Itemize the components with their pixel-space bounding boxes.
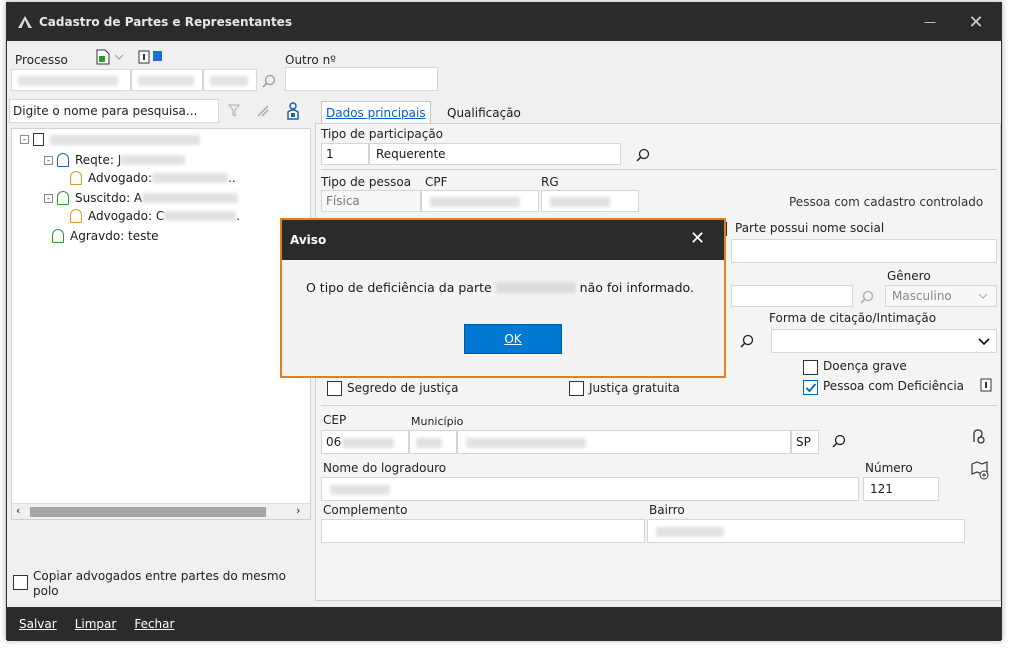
nome-social-input[interactable] [731, 239, 997, 263]
numero-input[interactable]: 121 [863, 477, 939, 501]
cpf-label: CPF [425, 175, 448, 189]
search-icon[interactable] [739, 333, 755, 349]
bottom-toolbar: Salvar Limpar Fechar [7, 607, 1001, 641]
dialog-message: O tipo de deficiência da parte não foi i… [306, 280, 694, 295]
segredo-label: Segredo de justiça [347, 381, 459, 395]
rg-input[interactable] [541, 190, 639, 212]
close-icon[interactable]: ✕ [690, 228, 705, 249]
title-bar: Cadastro de Partes e Representantes — ✕ [7, 3, 1001, 41]
cadastro-controlado-text: Pessoa com cadastro controlado [789, 195, 984, 209]
field-blank[interactable] [731, 285, 853, 307]
cpf-input[interactable] [421, 190, 539, 212]
processo-field-2[interactable] [131, 69, 203, 91]
tree-item[interactable]: Agravdo: teste [52, 229, 158, 243]
copy-advogados-label-2: polo [33, 584, 59, 598]
justica-gratuita-checkbox[interactable] [569, 381, 584, 399]
cep-label: CEP [323, 413, 347, 427]
search-icon[interactable] [261, 73, 277, 89]
tab-qualificacao[interactable]: Qualificação [443, 102, 525, 124]
uf-input[interactable]: SP [791, 430, 819, 454]
search-icon[interactable] [635, 147, 651, 163]
search-icon[interactable] [859, 289, 875, 305]
dialog-title: Aviso [290, 233, 327, 247]
tipo-participacao-label: Tipo de participação [321, 127, 444, 141]
forma-citacao-label: Forma de citação/Intimação [769, 311, 937, 325]
municipio-code-input[interactable] [409, 430, 457, 454]
status-indicator [153, 51, 162, 61]
pcd-checkbox[interactable] [803, 380, 818, 398]
complemento-input[interactable] [321, 519, 645, 543]
tree-item[interactable]: Advogado: C . [70, 209, 240, 223]
document-icon [33, 133, 44, 146]
location-icon[interactable] [969, 427, 989, 447]
app-logo-icon [15, 12, 35, 32]
tipo-pessoa-select[interactable]: Física [321, 190, 421, 212]
bairro-input[interactable] [647, 519, 965, 543]
close-window-button[interactable]: ✕ [953, 3, 999, 41]
numero-label: Número [865, 461, 913, 475]
municipio-label: Município [411, 415, 464, 428]
processo-field-1[interactable] [11, 69, 131, 91]
clear-icon[interactable] [255, 103, 271, 119]
doenca-grave-checkbox[interactable] [803, 360, 818, 378]
dialog-title-bar: Aviso ✕ [282, 220, 724, 260]
ok-button[interactable]: OK [464, 324, 562, 354]
logradouro-input[interactable] [321, 477, 859, 501]
fechar-button[interactable]: Fechar [134, 617, 174, 631]
limpar-button[interactable]: Limpar [75, 617, 117, 631]
tipo-participacao-code[interactable]: 1 [321, 143, 369, 165]
outro-numero-input[interactable] [285, 67, 438, 91]
scrollbar-thumb[interactable] [30, 507, 266, 517]
nome-social-label: Parte possui nome social [735, 221, 885, 235]
tipo-pessoa-label: Tipo de pessoa [321, 175, 412, 189]
outro-numero-label: Outro nº [285, 53, 336, 67]
tree-expand-icon[interactable]: - [20, 135, 29, 144]
logradouro-label: Nome do logradouro [323, 461, 447, 475]
divider [321, 405, 997, 406]
minimize-button[interactable]: — [907, 3, 953, 41]
new-doc-icon[interactable] [95, 49, 111, 65]
filter-icon[interactable] [227, 103, 241, 119]
doenca-grave-label: Doença grave [823, 359, 907, 373]
copy-advogados-label: Copiar advogados entre partes do mesmo [33, 569, 286, 583]
info-icon[interactable] [979, 377, 993, 393]
tipo-participacao-input[interactable]: Requerente [369, 143, 621, 165]
party-search-input[interactable]: Digite o nome para pesquisa... [9, 99, 219, 123]
tree-item[interactable]: - Suscitdo: A [44, 191, 239, 205]
tree-item[interactable]: Advogado: .. [70, 171, 236, 185]
person-icon[interactable] [285, 101, 301, 121]
aviso-dialog: Aviso ✕ O tipo de deficiência da parte n… [280, 218, 726, 378]
search-icon[interactable] [831, 433, 847, 449]
rg-label: RG [541, 175, 559, 189]
justica-gratuita-label: Justiça gratuita [589, 381, 680, 395]
pcd-label: Pessoa com Deficiência [823, 379, 965, 393]
tree-item[interactable]: - Reqte: J [44, 153, 186, 167]
processo-label: Processo [15, 53, 68, 67]
complemento-label: Complemento [323, 503, 408, 517]
horizontal-scrollbar[interactable]: ‹ › [12, 503, 310, 519]
map-icon[interactable] [969, 459, 991, 481]
window-title: Cadastro de Partes e Representantes [39, 15, 292, 29]
genero-label: Gênero [887, 269, 931, 283]
segredo-checkbox[interactable] [327, 381, 342, 399]
forma-citacao-select[interactable] [771, 329, 997, 353]
processo-field-3[interactable] [203, 69, 257, 91]
cep-input[interactable]: 06 [321, 430, 409, 454]
municipio-input[interactable] [457, 430, 791, 454]
parties-tree[interactable]: - - Reqte: J Advogado: .. - Suscitdo: A … [11, 128, 311, 520]
copy-advogados-checkbox[interactable] [13, 575, 28, 593]
tab-dados-principais[interactable]: Dados principais [321, 101, 431, 123]
tree-root[interactable]: - [20, 133, 200, 146]
genero-select[interactable]: Masculino [885, 285, 997, 307]
salvar-button[interactable]: Salvar [19, 617, 57, 631]
divider [321, 169, 997, 170]
chevron-down-icon[interactable] [113, 51, 125, 63]
info-icon[interactable] [137, 49, 151, 65]
bairro-label: Bairro [649, 503, 685, 517]
